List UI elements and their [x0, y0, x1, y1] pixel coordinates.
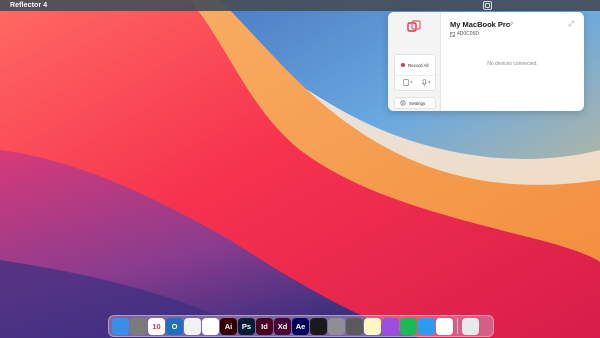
record-all-label: Record All — [408, 62, 429, 68]
divider — [395, 75, 435, 76]
after-effects-icon[interactable]: Ae — [292, 317, 309, 335]
reflector-icon[interactable] — [436, 317, 453, 335]
gear-icon — [400, 100, 406, 106]
device-code-row: 4D0C05D — [450, 31, 479, 37]
illustrator-icon[interactable]: Ai — [220, 317, 237, 335]
app-icon[interactable] — [130, 317, 147, 335]
calendar-icon[interactable]: 10 — [148, 317, 165, 335]
record-dot-icon — [401, 63, 405, 67]
reflector-menubar-icon[interactable] — [482, 1, 492, 10]
xd-icon[interactable]: Xd — [274, 317, 291, 335]
preview-icon[interactable] — [346, 317, 363, 335]
outlook-icon[interactable]: O — [166, 317, 183, 335]
record-card: Record All — [394, 54, 436, 91]
device-code: 4D0C05D — [457, 31, 479, 37]
settings-label: Settings — [409, 100, 426, 106]
record-all-button[interactable]: Record All — [395, 60, 435, 70]
app-name[interactable]: Reflector 4 — [10, 2, 47, 9]
system-preferences-icon[interactable] — [328, 317, 345, 335]
photoshop-icon[interactable]: Ps — [238, 317, 255, 335]
menu-bar: Reflector 4 — [0, 0, 600, 11]
spotify-icon[interactable] — [400, 317, 417, 335]
device-name: My MacBook Pro — [450, 20, 511, 29]
trash-icon[interactable] — [462, 317, 479, 335]
reflector-logo-icon — [407, 20, 421, 32]
settings-button[interactable]: Settings — [394, 97, 436, 109]
dock: 10 O Ai Ps Id Xd Ae — [108, 315, 494, 337]
edit-pencil-icon[interactable] — [508, 21, 514, 27]
qr-code-icon — [450, 31, 455, 37]
finder-icon[interactable] — [112, 317, 129, 335]
microphone-icon[interactable] — [421, 79, 431, 87]
slack-icon[interactable] — [202, 317, 219, 335]
chrome-icon[interactable] — [184, 317, 201, 335]
expand-icon[interactable] — [568, 20, 575, 27]
no-devices-message: No devices connected. — [487, 61, 538, 67]
indesign-icon[interactable]: Id — [256, 317, 273, 335]
acrobat-icon[interactable] — [310, 317, 327, 335]
notes-icon[interactable] — [364, 317, 381, 335]
dock-separator — [457, 318, 458, 334]
no-entry-icon[interactable] — [418, 317, 435, 335]
podcasts-icon[interactable] — [382, 317, 399, 335]
screen-capture-icon[interactable] — [403, 79, 413, 87]
panel-sidebar: Record All Settings — [388, 12, 441, 111]
reflector-panel: Record All Settings My MacBook Pro 4D0C0… — [388, 12, 584, 111]
